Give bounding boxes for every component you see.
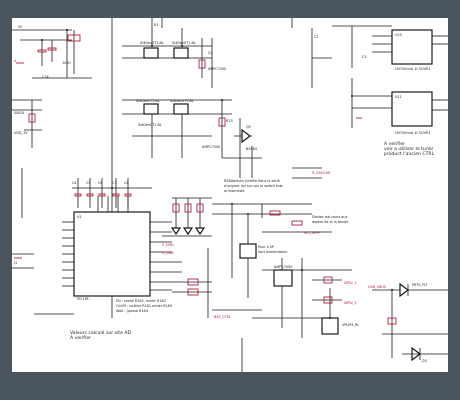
svg-text:C3: C3 <box>362 55 367 59</box>
svg-text:Sort alimentation: Sort alimentation <box>258 250 287 254</box>
svg-text:VPLM3_RL: VPLM3_RL <box>342 323 359 327</box>
svg-text:EN : zeshe R162, entier R162: EN : zeshe R162, entier R162 <box>116 299 166 303</box>
svg-text:C2: C2 <box>314 35 319 39</box>
svg-text:U11: U11 <box>395 95 402 99</box>
schematic-sheet: A C24 100n SSID4 VDD_3V J1 Si4Dev0T1-BL … <box>12 18 448 372</box>
svg-text:Si4Dev0T1-BL: Si4Dev0T1-BL <box>170 99 194 103</box>
svg-text:Wait : (passe R164: Wait : (passe R164 <box>116 309 148 313</box>
svg-text:Si4Dev0T1-BL: Si4Dev0T1-BL <box>140 41 164 45</box>
svg-text:A: A <box>14 59 17 63</box>
svg-text:U1: U1 <box>77 215 82 219</box>
svg-text:Valeurs calculé sur site AD: Valeurs calculé sur site AD <box>70 329 132 336</box>
svg-text:R1: R1 <box>154 23 159 27</box>
svg-text:C24: C24 <box>42 75 49 79</box>
svg-text:USB_VBUS: USB_VBUS <box>368 285 386 289</box>
svg-text:C8: C8 <box>124 181 129 185</box>
svg-text:Si4Dev0T1-BL: Si4Dev0T1-BL <box>136 99 160 103</box>
protection-circuit: USB_VBUS PRTS_FLT D3 <box>368 282 448 363</box>
svg-text:J1: J1 <box>13 261 17 265</box>
svg-text:R_GAUCHE: R_GAUCHE <box>312 171 331 175</box>
svg-text:PIC18F...: PIC18F... <box>77 297 91 301</box>
svg-text:ar/marneles: ar/marneles <box>224 189 245 193</box>
svg-text:5V: 5V <box>18 25 23 29</box>
svg-text:C6: C6 <box>98 181 103 185</box>
svg-text:AMPC7000: AMPC7000 <box>208 67 226 71</box>
svg-text:E_CMD: E_CMD <box>162 251 174 255</box>
svg-text:d'origine: les sur cps le swit: d'origine: les sur cps le switch test <box>224 184 283 188</box>
svg-text:PRTS_FLT: PRTS_FLT <box>412 283 428 287</box>
left-connector-cluster: SSID4 VDD_3V J1 <box>12 99 42 269</box>
svg-text:C5: C5 <box>86 181 91 185</box>
svg-text:Si4Dev0T1-BL: Si4Dev0T1-BL <box>172 41 196 45</box>
svg-text:BSS84: BSS84 <box>246 147 257 151</box>
svg-text:SERV_1: SERV_1 <box>344 281 357 285</box>
svg-text:OnOff : routine R161 entier R1: OnOff : routine R161 entier R163 <box>116 304 172 308</box>
svg-text:C4: C4 <box>72 181 77 185</box>
svg-text:LM7iUmnti-1t SOVR1: LM7iUmnti-1t SOVR1 <box>395 67 431 71</box>
svg-text:U10: U10 <box>395 33 402 37</box>
svg-text:Q1: Q1 <box>208 51 213 55</box>
svg-text:AMPC7000: AMPC7000 <box>274 265 292 269</box>
svg-text:C7: C7 <box>112 181 117 185</box>
svg-text:A verifier: A verifier <box>70 335 91 341</box>
led-transistor-array: P_CMD E_CMD R2Bdarlicks (breflie dans la… <box>162 179 283 255</box>
svg-text:Si4Dev0T1-BL: Si4Dev0T1-BL <box>138 123 162 127</box>
right-ic-blocks: U10 LM7iUmnti-1t SOVR1 C3 U11 LM7iUmnti-… <box>291 18 448 157</box>
schematic-drawing: A C24 100n SSID4 VDD_3V J1 Si4Dev0T1-BL … <box>12 18 448 372</box>
svg-text:100n: 100n <box>62 61 71 65</box>
svg-text:Pour a SP: Pour a SP <box>258 245 274 249</box>
mosfet-block-mid: Si4Dev0T1-BL Si4Dev0T1-BL Si4Dev0T1-BL R… <box>122 99 262 178</box>
svg-text:SSID4: SSID4 <box>14 111 24 115</box>
svg-text:D3: D3 <box>422 359 427 363</box>
driver-section: Pour a SP Sort alimentation Diodes lab c… <box>212 167 359 372</box>
svg-text:R2Bdarlicks (breflie dans la s: R2Bdarlicks (breflie dans la serie <box>224 179 280 183</box>
svg-text:LM7iUmnti-1t SOVR1: LM7iUmnti-1t SOVR1 <box>395 131 431 135</box>
svg-text:product l'ancien CTRL: product l'ancien CTRL <box>384 151 435 157</box>
svg-text:Diodes lab cours aux: Diodes lab cours aux <box>312 215 348 219</box>
svg-text:BAT_CTRL: BAT_CTRL <box>214 315 231 319</box>
svg-text:Q5: Q5 <box>246 125 251 129</box>
svg-text:AMPC7000: AMPC7000 <box>202 145 220 149</box>
svg-text:diodes de la la bmoje: diodes de la la bmoje <box>312 220 348 224</box>
svg-text:P_CMD: P_CMD <box>162 243 174 247</box>
svg-text:VDD_3V: VDD_3V <box>14 131 28 135</box>
svg-text:SERV_2: SERV_2 <box>344 301 357 305</box>
top-left-supply-section: A C24 100n <box>12 29 92 79</box>
svg-text:R23: R23 <box>226 119 233 123</box>
